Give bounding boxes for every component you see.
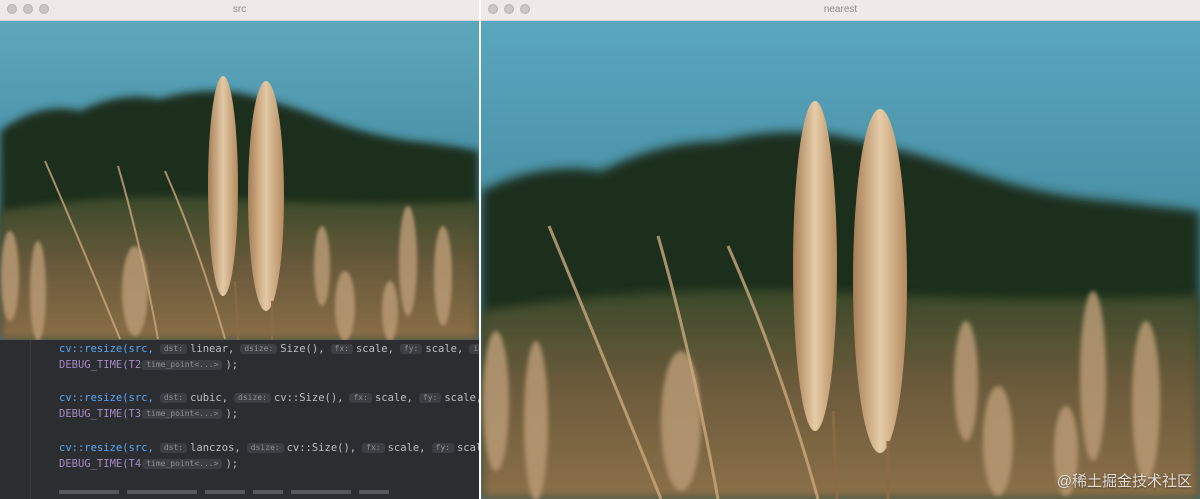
window-title: nearest [823, 4, 858, 15]
param-hint: dsize: [234, 393, 271, 403]
argument: lanczos, [190, 442, 241, 454]
code-line[interactable]: cv::resize(src, dst: lanczos, dsize: cv::Siz… [59, 441, 479, 455]
function-call: cv::resize(src, [59, 442, 154, 454]
param-hint: fx: [362, 443, 385, 453]
clipped-code-line [59, 490, 399, 494]
type-hint: time_point<...> [142, 409, 223, 419]
code-editor[interactable]: cv::resize(src, dst: linear, dsize: Size(), f… [0, 340, 479, 499]
argument: scale, [425, 343, 464, 355]
param-hint: fx: [330, 344, 353, 354]
src-titlebar[interactable]: src [0, 0, 479, 21]
argument: scale, [456, 442, 479, 454]
param-hint: interpolat [469, 344, 479, 354]
function-call: cv::resize(src, [59, 392, 154, 404]
param-hint: dst: [159, 443, 188, 453]
argument: scale, [374, 392, 413, 404]
argument: linear, [190, 343, 235, 355]
param-hint: fy: [431, 443, 454, 453]
src-window[interactable]: src cv::resize(src, dst: linear, dsize: … [0, 0, 479, 499]
argument: scale, [355, 343, 394, 355]
window-title: src [232, 4, 247, 15]
param-hint: dst: [159, 393, 188, 403]
param-hint: dsize: [246, 443, 284, 453]
argument: cubic, [190, 392, 229, 404]
code-line[interactable]: DEBUG_TIME(T3 time_point<...>); [59, 407, 238, 421]
nearest-window[interactable]: nearest @稀土掘金技术社区 [481, 0, 1200, 499]
param-hint: fy: [399, 344, 423, 354]
argument: cv::Size(), [273, 392, 344, 404]
argument: scale, [387, 442, 426, 454]
argument: cv::Size(), [286, 442, 357, 454]
argument: Size(), [280, 343, 325, 355]
watermark-text: @稀土掘金技术社区 [1056, 473, 1192, 490]
macro-call: DEBUG_TIME(T3 [59, 408, 142, 420]
param-hint: fx: [349, 393, 372, 403]
line-gutter [0, 340, 31, 499]
code-line[interactable]: cv::resize(src, dst: cubic, dsize: cv::Size(… [59, 391, 479, 405]
macro-call: DEBUG_TIME(T4 [59, 458, 142, 470]
param-hint: fy: [418, 393, 442, 403]
code-tail: ); [225, 408, 239, 420]
param-hint: dsize: [240, 344, 278, 354]
function-call: cv::resize(src, [59, 343, 154, 355]
type-hint: time_point<...> [142, 360, 223, 370]
code-tail: ); [225, 458, 239, 470]
src-image [0, 21, 479, 340]
code-line[interactable]: DEBUG_TIME(T4 time_point<...>); [59, 457, 238, 471]
code-line[interactable]: cv::resize(src, dst: linear, dsize: Size(), f… [59, 342, 479, 356]
param-hint: dst: [159, 344, 188, 354]
nearest-image [481, 21, 1200, 499]
argument: scale, [444, 392, 479, 404]
code-line[interactable]: DEBUG_TIME(T2 time_point<...>); [59, 358, 238, 372]
macro-call: DEBUG_TIME(T2 [59, 359, 142, 371]
nearest-titlebar[interactable]: nearest [481, 0, 1200, 21]
type-hint: time_point<...> [142, 459, 223, 469]
code-tail: ); [225, 359, 239, 371]
